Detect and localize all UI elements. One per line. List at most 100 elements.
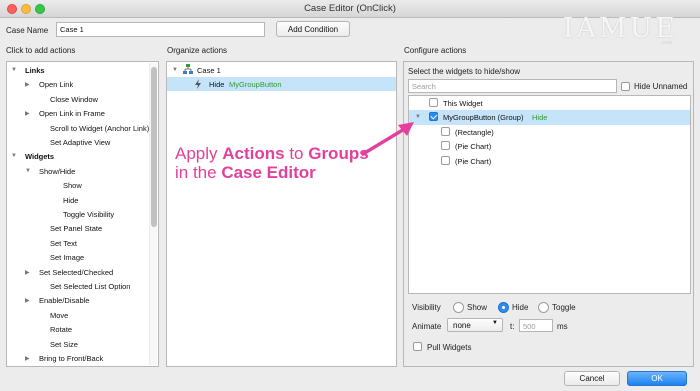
widget-checkbox[interactable] xyxy=(429,112,438,122)
action-library-item-label: Open Link xyxy=(39,80,74,90)
action-library-item[interactable]: Show xyxy=(7,178,158,192)
duration-input[interactable]: 500 xyxy=(519,319,553,332)
widget-label: (Rectangle) xyxy=(455,127,494,137)
action-library-item[interactable]: Set Panel State xyxy=(7,221,158,235)
action-library-item[interactable]: Set Size xyxy=(7,337,158,351)
animate-select[interactable]: none ▼ xyxy=(447,318,503,332)
widget-checkbox[interactable] xyxy=(441,141,450,151)
action-library-item-label: Widgets xyxy=(25,152,55,162)
action-library-item-label: Scroll to Widget (Anchor Link) xyxy=(50,123,150,133)
action-library-item[interactable]: ▶ Set Selected/Checked xyxy=(7,265,158,279)
action-library-item[interactable]: Close Window xyxy=(7,92,158,106)
action-library-item[interactable]: ▼ Links xyxy=(7,63,158,77)
visibility-hide-radio[interactable] xyxy=(498,302,509,313)
action-library-item-label: Toggle Visibility xyxy=(63,210,115,219)
visibility-toggle-radio[interactable] xyxy=(538,302,549,313)
action-library-item[interactable]: Toggle Visibility xyxy=(7,207,158,221)
watermark-domain: .com xyxy=(661,40,672,46)
tutorial-annotation: Apply Actions to Groups in the Case Edit… xyxy=(175,144,369,182)
widget-checkbox[interactable] xyxy=(441,126,450,136)
left-scrollbar-thumb[interactable] xyxy=(151,67,157,227)
action-library-item-label: Set Image xyxy=(50,253,85,263)
widget-search-input[interactable]: Search xyxy=(408,79,617,93)
right-panel-title: Configure actions xyxy=(404,46,467,55)
annotation-arrow xyxy=(361,122,414,156)
visibility-option-label: Toggle xyxy=(552,303,576,312)
action-library-item-label: Show xyxy=(63,181,82,191)
action-library-item[interactable]: Move xyxy=(7,308,158,322)
action-library-item[interactable]: Scroll to Widget (Anchor Link) xyxy=(7,121,158,135)
pull-widgets-label: Pull Widgets xyxy=(427,343,472,352)
widget-label: (Pie Chart) xyxy=(455,156,492,166)
action-library-item[interactable]: Set Selected List Option xyxy=(7,279,158,293)
animate-label: Animate xyxy=(412,322,442,331)
middle-panel-title: Organize actions xyxy=(167,46,228,55)
case-name-input[interactable]: Case 1 xyxy=(56,22,265,37)
action-library-item[interactable]: Set Adaptive View xyxy=(7,135,158,149)
action-library-item[interactable]: Hide xyxy=(7,193,158,207)
action-library-item-label: Bring to Front/Back xyxy=(39,354,104,363)
annotation-line-1: Apply Actions to Groups xyxy=(175,144,369,163)
configure-actions-panel: Select the widgets to hide/show Search H… xyxy=(403,61,694,367)
widget-checkbox[interactable] xyxy=(429,98,438,107)
action-row[interactable]: Hide MyGroupButton xyxy=(167,77,396,92)
action-library-item-label: Move xyxy=(50,310,69,320)
duration-unit-label: ms xyxy=(557,322,568,331)
action-library-item[interactable]: Set Image xyxy=(7,250,158,264)
expand-triangle-icon[interactable]: ▶ xyxy=(25,110,30,117)
visibility-label: Visibility xyxy=(412,303,441,312)
collapse-triangle-icon[interactable]: ▼ xyxy=(11,153,17,159)
visibility-option-label: Hide xyxy=(512,303,529,312)
dropdown-arrow-icon: ▼ xyxy=(492,320,498,326)
expand-triangle-icon[interactable]: ▶ xyxy=(25,355,30,362)
action-library-item[interactable]: Set Text xyxy=(7,236,158,250)
hide-unnamed-checkbox[interactable] xyxy=(621,82,630,91)
action-library-tree: ▼ Links ▶ Open Link Close Window ▶ Open Link i… xyxy=(6,61,159,367)
widget-tree-row[interactable]: ▼ MyGroupButton (Group) Hide xyxy=(409,110,690,125)
visibility-show-radio[interactable] xyxy=(453,302,464,313)
left-panel-title: Click to add actions xyxy=(6,46,76,55)
expand-triangle-icon[interactable]: ▶ xyxy=(25,269,30,276)
action-library-item-label: Rotate xyxy=(50,325,73,335)
widget-label: This Widget xyxy=(443,99,483,108)
widget-tree-row[interactable]: (Pie Chart) xyxy=(409,139,690,153)
add-condition-button[interactable]: Add Condition xyxy=(276,21,350,37)
pull-widgets-checkbox[interactable] xyxy=(413,342,422,351)
widget-label: MyGroupButton (Group) xyxy=(443,113,524,123)
case-label: Case 1 xyxy=(197,66,221,75)
widget-checkbox[interactable] xyxy=(441,155,450,165)
expand-triangle-icon[interactable]: ▶ xyxy=(25,297,30,304)
action-library-item[interactable]: ▼ Show/Hide xyxy=(7,164,158,178)
action-library-item[interactable]: ▶ Bring to Front/Back xyxy=(7,351,158,365)
case-row[interactable]: ▼ Case 1 xyxy=(167,63,396,77)
case-name-label: Case Name xyxy=(6,26,49,35)
cancel-button[interactable]: Cancel xyxy=(564,371,620,386)
action-library-item[interactable]: Rotate xyxy=(7,322,158,336)
lightning-icon xyxy=(194,79,202,91)
widget-status: Hide xyxy=(532,113,548,123)
action-library-item-label: Hide xyxy=(63,195,79,205)
action-library-item-label: Set Size xyxy=(50,339,78,349)
collapse-triangle-icon[interactable]: ▼ xyxy=(172,67,178,73)
action-library-item-label: Show/Hide xyxy=(39,166,76,176)
action-library-item-label: Close Window xyxy=(50,94,98,104)
left-scrollbar[interactable] xyxy=(149,63,157,365)
action-library-item-label: Set Panel State xyxy=(50,224,103,234)
action-library-item-label: Open Link in Frame xyxy=(39,109,105,119)
action-library-item[interactable]: ▶ Open Link xyxy=(7,77,158,91)
widget-tree-row[interactable]: (Rectangle) xyxy=(409,125,690,139)
collapse-triangle-icon[interactable]: ▼ xyxy=(25,168,31,174)
ok-button[interactable]: OK xyxy=(627,371,687,386)
action-library-item[interactable]: ▼ Widgets xyxy=(7,149,158,163)
duration-label: t: xyxy=(510,322,515,331)
widget-tree-row[interactable]: (Pie Chart) xyxy=(409,154,690,168)
case-editor-window: Case Editor (OnClick) IAMUE .com Case Na… xyxy=(0,0,700,391)
collapse-triangle-icon[interactable]: ▼ xyxy=(11,67,17,73)
expand-triangle-icon[interactable]: ▶ xyxy=(25,81,30,88)
select-widgets-title: Select the widgets to hide/show xyxy=(408,67,521,76)
action-library-item-label: Links xyxy=(25,66,45,75)
widget-tree-row[interactable]: This Widget xyxy=(409,96,690,110)
action-library-item-label: Set Text xyxy=(50,238,77,248)
action-library-item[interactable]: ▶ Enable/Disable xyxy=(7,293,158,307)
action-library-item[interactable]: ▶ Open Link in Frame xyxy=(7,106,158,120)
